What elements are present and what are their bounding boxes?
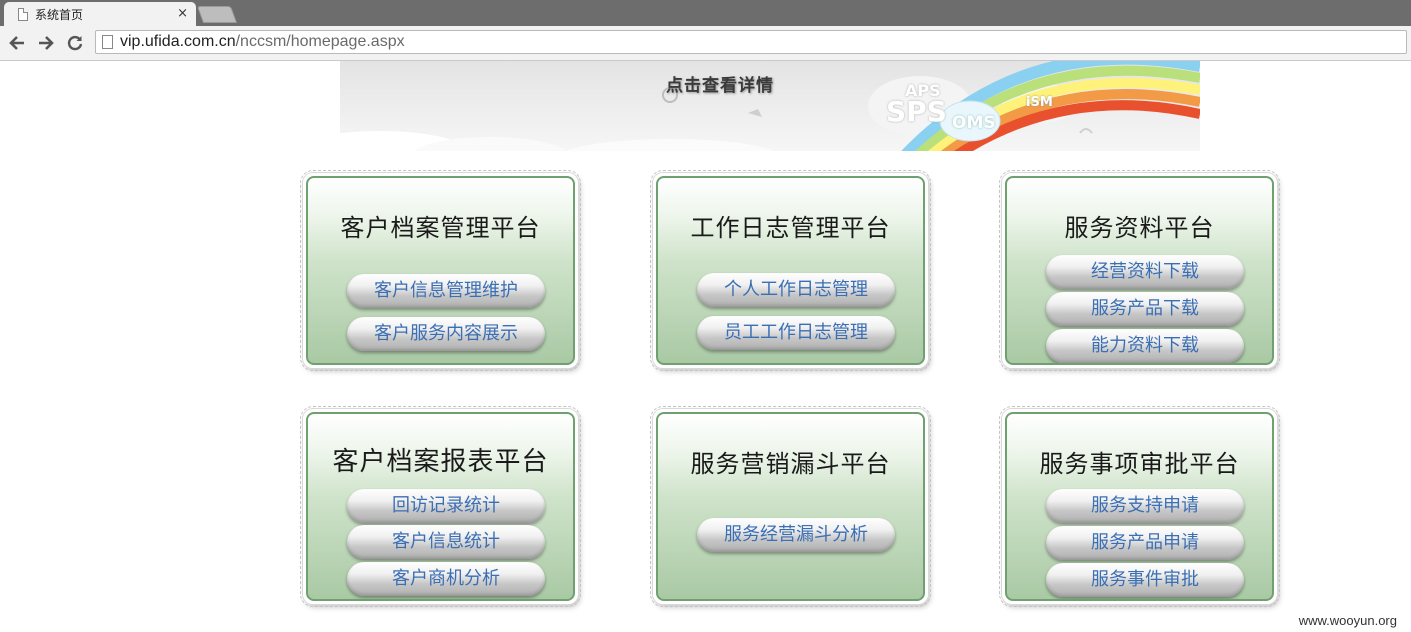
card-panel: 工作日志管理平台 个人工作日志管理 员工工作日志管理 <box>656 176 925 365</box>
service-event-approval-button[interactable]: 服务事件审批 <box>1046 563 1244 597</box>
back-icon[interactable] <box>7 33 27 53</box>
customer-opportunity-analysis-button[interactable]: 客户商机分析 <box>347 562 545 596</box>
card-panel: 服务事项审批平台 服务支持申请 服务产品申请 服务事件审批 <box>1005 412 1274 601</box>
browser-toolbar: vip.ufida.com.cn/nccsm/homepage.aspx <box>0 26 1411 61</box>
service-product-request-button[interactable]: 服务产品申请 <box>1046 526 1244 560</box>
watermark-text: www.wooyun.org <box>1298 613 1397 628</box>
customer-service-display-button[interactable]: 客户服务内容展示 <box>347 317 545 351</box>
card-panel: 客户档案管理平台 客户信息管理维护 客户服务内容展示 <box>306 176 575 365</box>
url-text: vip.ufida.com.cn/nccsm/homepage.aspx <box>120 33 405 51</box>
capability-materials-download-button[interactable]: 能力资料下载 <box>1046 329 1244 363</box>
header-banner[interactable]: APS SPS OMS iSM 点击查看详情 <box>340 61 1200 151</box>
cloud-label-ism: iSM <box>1026 95 1053 110</box>
card-service-approval: 服务事项审批平台 服务支持申请 服务产品申请 服务事件审批 <box>999 406 1280 607</box>
tab-title: 系统首页 <box>35 7 84 22</box>
card-panel: 客户档案报表平台 回访记录统计 客户信息统计 客户商机分析 <box>306 412 575 601</box>
card-title: 服务营销漏斗平台 <box>690 450 891 478</box>
forward-icon[interactable] <box>36 33 56 53</box>
page-icon <box>18 7 28 21</box>
customer-info-maintenance-button[interactable]: 客户信息管理维护 <box>347 274 545 308</box>
cloud-label-sps: SPS <box>886 95 947 128</box>
page-icon <box>102 35 113 49</box>
business-materials-download-button[interactable]: 经营资料下载 <box>1046 255 1244 289</box>
cloud-label-oms: OMS <box>952 113 996 133</box>
card-title: 服务事项审批平台 <box>1039 450 1240 478</box>
card-panel: 服务资料平台 经营资料下载 服务产品下载 能力资料下载 <box>1005 176 1274 365</box>
new-tab-button[interactable] <box>196 6 238 23</box>
card-title: 客户档案报表平台 <box>332 447 549 477</box>
customer-info-stats-button[interactable]: 客户信息统计 <box>347 525 545 559</box>
card-service-marketing-funnel: 服务营销漏斗平台 服务经营漏斗分析 <box>650 406 931 607</box>
close-icon[interactable]: × <box>177 6 188 22</box>
tab-homepage[interactable]: 系统首页 × <box>4 2 196 26</box>
address-bar[interactable]: vip.ufida.com.cn/nccsm/homepage.aspx <box>95 30 1407 54</box>
reload-icon[interactable] <box>65 33 85 53</box>
personal-work-log-button[interactable]: 个人工作日志管理 <box>697 273 895 307</box>
banner-details-link[interactable]: 点击查看详情 <box>666 71 774 96</box>
url-host: vip.ufida.com.cn <box>120 33 236 50</box>
visit-records-stats-button[interactable]: 回访记录统计 <box>347 489 545 523</box>
card-title: 服务资料平台 <box>1064 214 1215 242</box>
staff-work-log-button[interactable]: 员工工作日志管理 <box>697 316 895 350</box>
card-service-materials: 服务资料平台 经营资料下载 服务产品下载 能力资料下载 <box>999 170 1280 371</box>
service-support-request-button[interactable]: 服务支持申请 <box>1046 489 1244 523</box>
service-product-download-button[interactable]: 服务产品下载 <box>1046 292 1244 326</box>
service-funnel-analysis-button[interactable]: 服务经营漏斗分析 <box>697 518 895 552</box>
card-customer-archive-management: 客户档案管理平台 客户信息管理维护 客户服务内容展示 <box>300 170 581 371</box>
card-customer-archive-reports: 客户档案报表平台 回访记录统计 客户信息统计 客户商机分析 <box>300 406 581 607</box>
card-title: 客户档案管理平台 <box>340 214 541 242</box>
card-title: 工作日志管理平台 <box>690 214 891 242</box>
tab-strip: 系统首页 × <box>0 0 1411 26</box>
url-path: /nccsm/homepage.aspx <box>235 33 405 50</box>
card-work-log-management: 工作日志管理平台 个人工作日志管理 员工工作日志管理 <box>650 170 931 371</box>
card-panel: 服务营销漏斗平台 服务经营漏斗分析 <box>656 412 925 601</box>
